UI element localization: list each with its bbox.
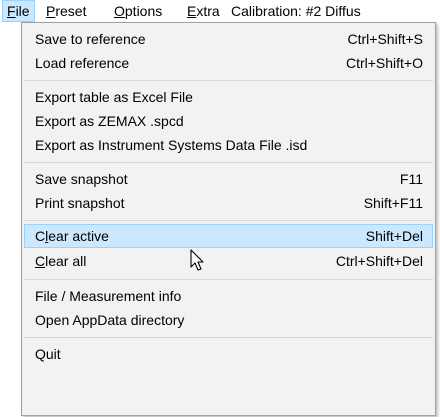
menu-item-label: File / Measurement info xyxy=(35,288,182,304)
menu-item-label: Export table as Excel File xyxy=(35,89,193,105)
menu-item-label: Quit xyxy=(35,346,61,362)
menu-item-save-reference[interactable]: Save to reference Ctrl+Shift+S xyxy=(24,27,433,51)
menu-item-label: Save snapshot xyxy=(35,171,128,187)
menu-item-shortcut: Shift+Del xyxy=(365,228,423,244)
menu-item-shortcut: Ctrl+Shift+S xyxy=(347,31,423,47)
menu-separator xyxy=(24,162,433,163)
clear-all-accel: C xyxy=(35,253,46,269)
menu-item-label: Save to reference xyxy=(35,31,146,47)
menu-bar: File Preset Options Extra Calibration: #… xyxy=(0,0,440,22)
menu-item-label: Clear active xyxy=(35,225,109,247)
mouse-pointer-icon xyxy=(190,249,204,271)
menu-preset-accel: P xyxy=(46,3,56,19)
menu-options-accel: O xyxy=(114,3,125,19)
menu-item-print-snapshot[interactable]: Print snapshot Shift+F11 xyxy=(24,191,433,215)
menu-item-save-snapshot[interactable]: Save snapshot F11 xyxy=(24,167,433,191)
menu-extra-rest: xtra xyxy=(196,3,220,19)
menu-separator xyxy=(24,80,433,81)
menu-options-rest: ptions xyxy=(124,3,163,19)
menu-item-label: Clear all xyxy=(35,249,86,273)
menu-item-quit[interactable]: Quit xyxy=(24,342,433,366)
menu-item-clear-active[interactable]: Clear active Shift+Del xyxy=(24,224,433,248)
menu-extra[interactable]: Extra xyxy=(182,0,225,22)
menu-separator xyxy=(24,337,433,338)
menu-item-load-reference[interactable]: Load reference Ctrl+Shift+O xyxy=(24,51,433,75)
menu-item-clear-all[interactable]: Clear all Ctrl+Shift+Del xyxy=(24,249,433,273)
menu-file-rest: ile xyxy=(15,3,30,19)
menu-item-export-excel[interactable]: Export table as Excel File xyxy=(24,85,433,109)
menu-item-shortcut: F11 xyxy=(399,171,423,187)
menu-item-file-info[interactable]: File / Measurement info xyxy=(24,284,433,308)
menu-item-open-appdata[interactable]: Open AppData directory xyxy=(24,308,433,332)
menu-item-label: Load reference xyxy=(35,55,130,71)
menu-extra-accel: E xyxy=(187,3,197,19)
menu-preset-rest: reset xyxy=(55,3,87,19)
menu-item-shortcut: Shift+F11 xyxy=(363,195,423,211)
menu-item-label: Export as ZEMAX .spcd xyxy=(35,113,184,129)
file-menu-dropdown: Save to reference Ctrl+Shift+S Load refe… xyxy=(21,22,436,416)
menu-item-label: Print snapshot xyxy=(35,195,125,211)
menu-file[interactable]: File xyxy=(2,0,35,22)
menu-separator xyxy=(24,279,433,280)
menu-item-label: Export as Instrument Systems Data File .… xyxy=(35,137,308,153)
menu-item-export-isd[interactable]: Export as Instrument Systems Data File .… xyxy=(24,133,433,157)
menu-separator xyxy=(24,220,433,221)
menu-calibration[interactable]: Calibration: #2 Diffus xyxy=(226,0,366,22)
menu-item-export-zemax[interactable]: Export as ZEMAX .spcd xyxy=(24,109,433,133)
menu-file-accel: F xyxy=(7,3,16,19)
menu-item-shortcut: Ctrl+Shift+Del xyxy=(335,253,423,269)
clear-active-post: ear active xyxy=(48,228,109,244)
clear-all-post: lear all xyxy=(45,253,87,269)
clear-active-pre: C xyxy=(35,228,46,244)
menu-options[interactable]: Options xyxy=(109,0,167,22)
menu-item-label: Open AppData directory xyxy=(35,312,185,328)
menu-item-shortcut: Ctrl+Shift+O xyxy=(345,55,423,71)
menu-preset[interactable]: Preset xyxy=(41,0,91,22)
